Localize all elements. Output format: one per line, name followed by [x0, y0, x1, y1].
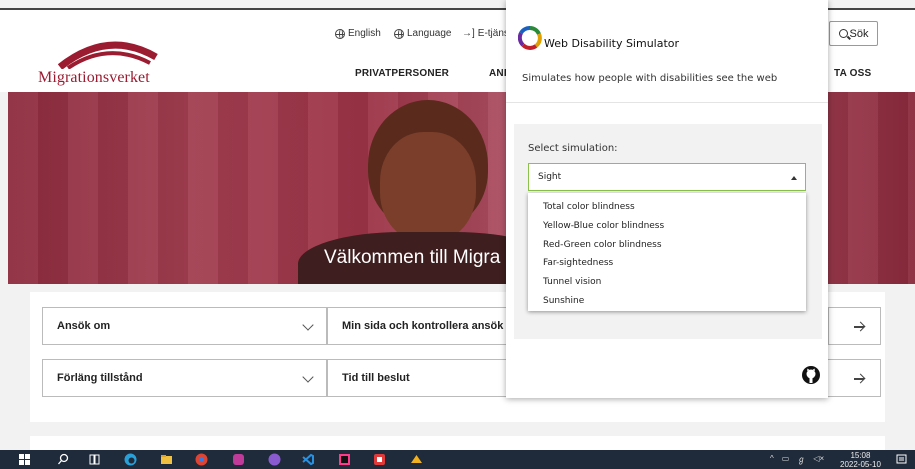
option-sunshine[interactable]: Sunshine	[528, 291, 806, 310]
search-label: Sök	[849, 27, 869, 40]
network-icon[interactable]: ▭	[782, 454, 790, 465]
card-label: Förläng tillstånd	[57, 372, 143, 384]
select-label: Select simulation:	[528, 143, 618, 154]
nav-privatpersoner[interactable]: PRIVATPERSONER	[355, 68, 449, 79]
arrow-right-icon	[854, 326, 864, 328]
chrome-icon[interactable]	[195, 453, 208, 466]
login-arrow-icon: →]	[462, 28, 475, 39]
edge-icon[interactable]	[124, 453, 137, 466]
nav-kontakta-oss[interactable]: TA OSS	[834, 68, 871, 79]
file-explorer-icon[interactable]	[160, 453, 173, 466]
content-panel-2	[30, 436, 885, 450]
card-label: Tid till beslut	[342, 372, 410, 384]
caret-up-icon	[791, 176, 797, 180]
app-purple-icon[interactable]	[232, 453, 245, 466]
option-tunnel-vision[interactable]: Tunnel vision	[528, 273, 806, 292]
link-e-services-label: E-tjäns	[477, 28, 509, 39]
chevron-down-icon	[302, 319, 314, 331]
windows-taskbar: ^ ▭ ℊ ◁× 15:08 2022-05-10	[0, 450, 915, 469]
link-language-label: Language	[407, 28, 452, 39]
option-total-color-blindness[interactable]: Total color blindness	[528, 198, 806, 217]
card-label: Min sida och kontrollera ansök	[342, 320, 504, 332]
arrow-right-icon	[854, 378, 864, 380]
hero-title: Välkommen till Migra	[324, 247, 501, 268]
chevron-up-icon[interactable]: ^	[770, 454, 774, 465]
jetbrains-icon[interactable]	[338, 453, 351, 466]
globe-icon	[335, 28, 345, 39]
card-label: Ansök om	[57, 320, 111, 332]
system-tray[interactable]: ^ ▭ ℊ ◁×	[770, 454, 824, 465]
divider	[506, 102, 828, 103]
popup-subtitle: Simulates how people with disabilities s…	[522, 73, 778, 84]
logo-arc-icon	[58, 41, 158, 69]
logo-text: Migrationsverket	[38, 69, 150, 86]
option-yellow-blue[interactable]: Yellow-Blue color blindness	[528, 217, 806, 236]
clock-time: 15:08	[850, 451, 871, 460]
simulation-select[interactable]: Sight	[528, 163, 806, 191]
github-icon[interactable]	[801, 365, 821, 385]
link-english[interactable]: English	[335, 28, 381, 39]
card-min-sida[interactable]: Min sida och kontrollera ansök	[327, 307, 517, 345]
notifications-icon[interactable]	[895, 453, 908, 466]
pen-icon[interactable]: ℊ	[797, 454, 805, 465]
simulation-dropdown: Total color blindness Yellow-Blue color …	[528, 193, 806, 311]
card-ansok-om[interactable]: Ansök om	[42, 307, 327, 345]
github-desktop-icon[interactable]	[268, 453, 281, 466]
select-value: Sight	[538, 172, 562, 182]
globe-icon	[394, 28, 404, 39]
task-view-icon[interactable]	[88, 453, 101, 466]
hero-person-face	[380, 132, 476, 242]
clock[interactable]: 15:08 2022-05-10	[840, 451, 881, 469]
card-link-right-1[interactable]	[828, 307, 881, 345]
volume-icon[interactable]: ◁×	[813, 454, 824, 465]
option-red-green[interactable]: Red-Green color blindness	[528, 235, 806, 254]
site-logo[interactable]: Migrationsverket	[38, 35, 168, 90]
clock-date: 2022-05-10	[840, 460, 881, 469]
app-yellow-icon[interactable]	[410, 453, 423, 466]
vscode-icon[interactable]	[301, 453, 314, 466]
popup-title: Web Disability Simulator	[544, 37, 680, 50]
search-icon[interactable]	[57, 453, 70, 466]
app-red-icon[interactable]	[373, 453, 386, 466]
search-icon	[838, 29, 848, 38]
chevron-down-icon	[302, 371, 314, 383]
link-language[interactable]: Language	[394, 28, 452, 39]
windows-start-icon[interactable]	[18, 453, 31, 466]
card-forlang-tillstand[interactable]: Förläng tillstånd	[42, 359, 327, 397]
extension-popup: Web Disability Simulator Simulates how p…	[506, 0, 828, 398]
link-english-label: English	[348, 28, 381, 39]
simulator-logo-icon	[518, 26, 542, 50]
option-far-sightedness[interactable]: Far-sightedness	[528, 254, 806, 273]
search-button[interactable]: Sök	[829, 21, 878, 46]
link-e-services[interactable]: →] E-tjäns	[462, 28, 509, 39]
